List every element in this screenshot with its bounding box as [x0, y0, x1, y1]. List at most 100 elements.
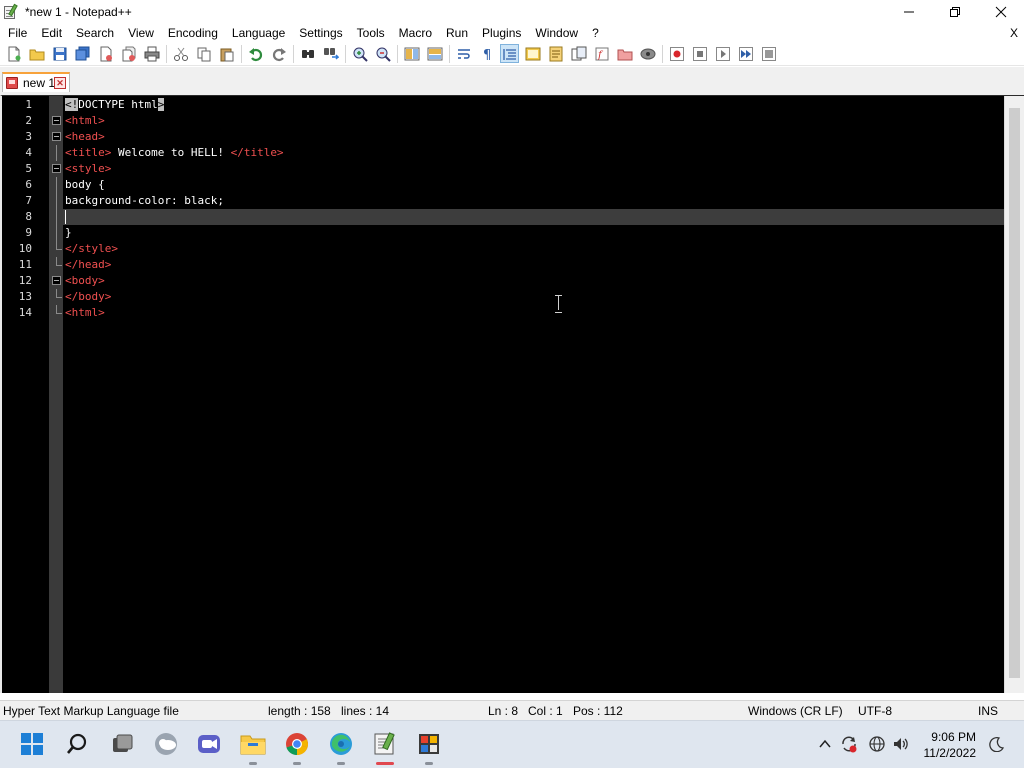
sync-horizontal-button[interactable] [425, 44, 444, 63]
fold-toggle-button[interactable] [52, 132, 61, 141]
status-eol-format[interactable]: Windows (CR LF) [748, 704, 843, 718]
notepadpp-taskbar-button[interactable] [370, 729, 400, 765]
replace-button[interactable] [321, 44, 340, 63]
record-macro-icon [669, 46, 684, 61]
close-file-button[interactable] [96, 44, 115, 63]
menu-settings[interactable]: Settings [292, 24, 349, 42]
windows-taskbar: 9:06 PM 11/2/2022 [0, 720, 1024, 768]
menu-tools[interactable]: Tools [350, 24, 392, 42]
save-button[interactable] [50, 44, 69, 63]
close-window-button[interactable] [978, 0, 1024, 24]
network-tray-icon[interactable] [868, 735, 886, 753]
task-view-button[interactable] [107, 729, 137, 759]
volume-icon [894, 738, 908, 750]
cut-button[interactable] [171, 44, 190, 63]
code-text-area[interactable]: <!DOCTYPE html> <html> <head> <title> Welco… [63, 96, 1004, 693]
line-number: 10 [18, 242, 32, 255]
indent-guide-button[interactable] [500, 44, 519, 63]
menu-search[interactable]: Search [69, 24, 121, 42]
user-defined-language-button[interactable] [523, 44, 542, 63]
show-all-characters-button[interactable]: ¶ [477, 44, 496, 63]
save-all-icon [75, 46, 89, 60]
document-map-button[interactable] [546, 44, 565, 63]
fold-end-marker [56, 313, 62, 314]
menu-run[interactable]: Run [439, 24, 475, 42]
playback-button[interactable] [713, 44, 732, 63]
zoom-in-button[interactable] [350, 44, 369, 63]
media-app-button[interactable] [414, 729, 444, 765]
sync-tray-icon[interactable] [840, 735, 858, 753]
tab-new-1[interactable]: new 1 ✕ [2, 72, 70, 92]
volume-tray-icon[interactable] [892, 735, 910, 753]
print-icon [144, 46, 159, 61]
stop-recording-icon [692, 46, 707, 61]
show-hidden-icons-button[interactable] [816, 735, 834, 753]
minimize-button[interactable] [886, 0, 932, 24]
copy-button[interactable] [194, 44, 213, 63]
undo-button[interactable] [246, 44, 265, 63]
menu-encoding[interactable]: Encoding [161, 24, 225, 42]
tab-close-button[interactable]: ✕ [54, 77, 66, 89]
code-line: <!DOCTYPE html> [65, 97, 165, 113]
menu-window[interactable]: Window [528, 24, 585, 42]
open-file-button[interactable] [27, 44, 46, 63]
status-encoding[interactable]: UTF-8 [858, 704, 892, 718]
search-button[interactable] [62, 729, 92, 759]
running-indicator [425, 762, 433, 765]
new-file-button[interactable] [4, 44, 23, 63]
start-button[interactable] [17, 729, 47, 759]
menu-plugins[interactable]: Plugins [475, 24, 528, 42]
document-list-button[interactable] [569, 44, 588, 63]
window-controls [886, 0, 1024, 24]
menu-language[interactable]: Language [225, 24, 292, 42]
chrome-icon [286, 733, 309, 756]
restore-button[interactable] [932, 0, 978, 24]
zoom-out-button[interactable] [373, 44, 392, 63]
fold-toggle-button[interactable] [52, 116, 61, 125]
file-explorer-button[interactable] [238, 729, 268, 765]
find-button[interactable] [298, 44, 317, 63]
redo-icon [272, 47, 286, 61]
fold-toggle-button[interactable] [52, 276, 61, 285]
print-button[interactable] [142, 44, 161, 63]
unsaved-file-icon [6, 77, 18, 89]
menu-edit[interactable]: Edit [34, 24, 69, 42]
line-number: 13 [18, 290, 32, 303]
paste-button[interactable] [217, 44, 236, 63]
chevron-up-icon [819, 739, 831, 748]
chrome-button[interactable] [282, 729, 312, 765]
menu-view[interactable]: View [121, 24, 161, 42]
html-tag-token: </head> [65, 258, 112, 271]
vertical-scrollbar[interactable] [1004, 96, 1024, 693]
word-wrap-button[interactable] [454, 44, 473, 63]
scrollbar-thumb[interactable] [1009, 108, 1020, 678]
code-line: </head> [65, 257, 111, 273]
close-document-button[interactable]: X [1010, 24, 1018, 42]
fold-margin[interactable] [49, 96, 63, 693]
widgets-button[interactable] [151, 729, 181, 759]
fold-toggle-button[interactable] [52, 164, 61, 173]
save-all-button[interactable] [73, 44, 92, 63]
redo-button[interactable] [269, 44, 288, 63]
run-macro-multiple-button[interactable] [736, 44, 755, 63]
focus-assist-button[interactable] [988, 735, 1006, 753]
taskbar-clock[interactable]: 9:06 PM 11/2/2022 [924, 729, 977, 761]
folder-as-workspace-button[interactable] [615, 44, 634, 63]
html-tag-token: </body> [65, 290, 112, 303]
notepadpp-app-icon[interactable] [3, 3, 19, 20]
edge-button[interactable] [326, 729, 356, 765]
function-list-button[interactable]: f [592, 44, 611, 63]
record-macro-button[interactable] [667, 44, 686, 63]
menu-file[interactable]: File [0, 24, 34, 42]
monitoring-button[interactable] [638, 44, 657, 63]
teams-chat-button[interactable] [194, 729, 224, 759]
save-macro-button[interactable] [759, 44, 778, 63]
menu-help[interactable]: ? [585, 24, 606, 42]
sync-vertical-button[interactable] [402, 44, 421, 63]
sync-icon [842, 736, 857, 753]
menu-macro[interactable]: Macro [392, 24, 439, 42]
stop-recording-button[interactable] [690, 44, 709, 63]
status-insert-mode[interactable]: INS [978, 704, 998, 718]
close-icon [995, 6, 1007, 18]
close-all-button[interactable] [119, 44, 138, 63]
